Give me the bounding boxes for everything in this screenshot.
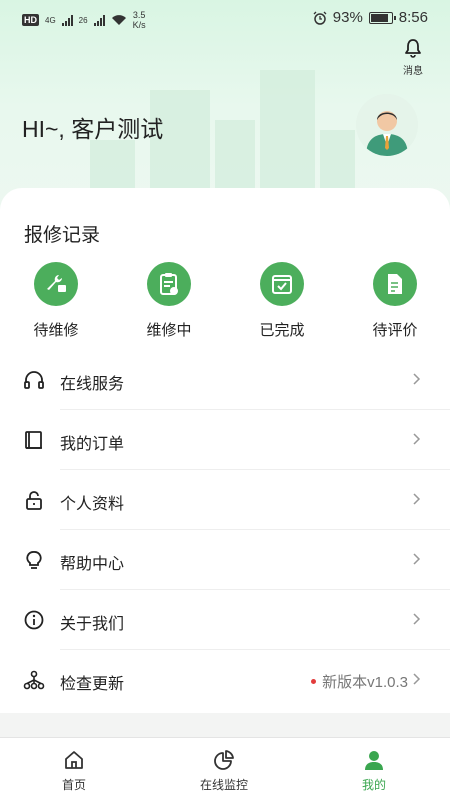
user-avatar-icon bbox=[356, 94, 418, 156]
menu-label: 我的订单 bbox=[60, 436, 125, 453]
lock-icon bbox=[26, 491, 42, 510]
document-edit-icon bbox=[373, 262, 417, 306]
tab-label: 在线监控 bbox=[199, 778, 248, 792]
status-label: 待评价 bbox=[372, 322, 418, 339]
update-dot bbox=[311, 679, 317, 684]
menu-label: 帮助中心 bbox=[60, 556, 125, 573]
status-in-repair[interactable]: 维修中 bbox=[124, 262, 214, 340]
menu-item-about-us[interactable]: 关于我们 bbox=[0, 590, 450, 650]
info-icon bbox=[24, 610, 44, 630]
menu-list: 在线服务 我的订单 个人资料 帮助中心 关于我们 检查更新 新版本v1.0.3 bbox=[0, 350, 450, 710]
calendar-check-icon bbox=[260, 262, 304, 306]
message-label: 消息 bbox=[403, 66, 423, 77]
tab-online-monitor[interactable]: 在线监控 bbox=[174, 738, 274, 800]
update-version: 新版本v1.0.3 bbox=[311, 671, 408, 692]
menu-item-check-update[interactable]: 检查更新 新版本v1.0.3 bbox=[0, 650, 450, 710]
battery-percent: 93% bbox=[332, 9, 363, 26]
signal-label-1: 4G bbox=[45, 15, 56, 25]
lightbulb-icon bbox=[26, 551, 42, 569]
tab-label: 我的 bbox=[361, 778, 386, 792]
chevron-right-icon bbox=[413, 493, 421, 505]
greeting-text: HI~, 客户测试 bbox=[22, 116, 164, 142]
status-pending-review[interactable]: 待评价 bbox=[350, 262, 440, 340]
menu-item-online-service[interactable]: 在线服务 bbox=[0, 350, 450, 410]
avatar[interactable] bbox=[356, 94, 418, 156]
menu-item-help-center[interactable]: 帮助中心 bbox=[0, 530, 450, 590]
clock: 8:56 bbox=[398, 9, 428, 26]
chevron-right-icon bbox=[413, 613, 421, 625]
repair-records-title: 报修记录 bbox=[24, 225, 101, 246]
menu-item-profile[interactable]: 个人资料 bbox=[0, 470, 450, 530]
menu-label: 检查更新 bbox=[60, 676, 125, 693]
status-label: 已完成 bbox=[259, 322, 305, 339]
signal-bars-icon bbox=[61, 14, 73, 26]
tab-mine[interactable]: 我的 bbox=[324, 738, 424, 800]
home-icon bbox=[65, 751, 83, 769]
user-icon bbox=[365, 751, 383, 770]
network-speed: 3.5 K/s bbox=[132, 10, 146, 30]
battery-icon bbox=[368, 11, 396, 24]
repair-wrench-icon bbox=[34, 262, 78, 306]
status-completed[interactable]: 已完成 bbox=[237, 262, 327, 340]
repair-status-row: 待维修 维修中 已完成 待评价 bbox=[0, 262, 450, 352]
clipboard-edit-icon bbox=[147, 262, 191, 306]
hd-badge: HD bbox=[22, 14, 39, 26]
headset-icon bbox=[24, 371, 44, 389]
status-label: 待维修 bbox=[33, 322, 79, 339]
tab-home[interactable]: 首页 bbox=[24, 738, 124, 800]
content-card: 报修记录 待维修 维修中 已完成 待评价 在线服务 我的订单 个人资料 帮助中心… bbox=[0, 188, 450, 713]
bottom-tab-bar: 首页 在线监控 我的 bbox=[0, 737, 450, 800]
chevron-right-icon bbox=[413, 433, 421, 445]
wifi-icon bbox=[111, 15, 126, 25]
status-bar: HD 4G 26 3.5 K/s 93% 8:56 bbox=[0, 0, 450, 36]
tab-label: 首页 bbox=[61, 778, 86, 792]
chevron-right-icon bbox=[413, 673, 421, 685]
menu-item-my-orders[interactable]: 我的订单 bbox=[0, 410, 450, 470]
chevron-right-icon bbox=[413, 553, 421, 565]
hierarchy-icon bbox=[23, 670, 45, 690]
pie-chart-icon bbox=[214, 750, 234, 770]
signal-label-2: 26 bbox=[78, 15, 88, 25]
menu-label: 关于我们 bbox=[60, 616, 125, 633]
status-label: 维修中 bbox=[146, 322, 192, 339]
alarm-icon bbox=[313, 11, 327, 25]
message-button[interactable]: 消息 bbox=[398, 38, 428, 77]
menu-label: 在线服务 bbox=[60, 376, 125, 393]
signal-bars-icon-2 bbox=[93, 14, 105, 26]
chevron-right-icon bbox=[413, 373, 421, 385]
book-icon bbox=[25, 431, 42, 449]
status-pending-repair[interactable]: 待维修 bbox=[11, 262, 101, 340]
menu-label: 个人资料 bbox=[60, 496, 125, 513]
bell-icon bbox=[405, 39, 421, 58]
